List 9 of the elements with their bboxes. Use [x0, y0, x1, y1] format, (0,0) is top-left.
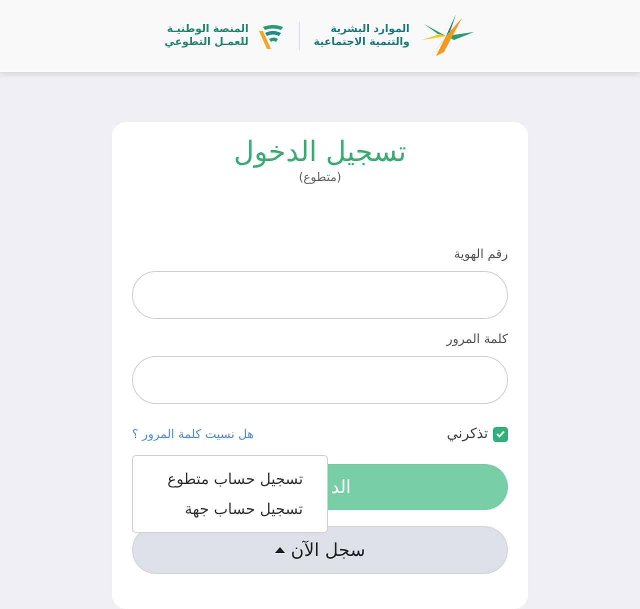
field-label: رقم الهوية: [454, 246, 508, 261]
page-title: تسجيل الدخول: [232, 134, 408, 170]
field-label: كلمة المرور: [446, 331, 508, 346]
logo-text: والتنمية الاجتماعية: [314, 36, 410, 49]
logo-text: الموارد البشرية: [329, 23, 410, 36]
logo-text: للعمـل التطوعي: [164, 36, 249, 49]
logo-text: المنصة الوطنيـة: [166, 23, 249, 36]
page-subtitle: (متطوع): [298, 170, 342, 184]
remember-label: تذكرني: [446, 426, 488, 442]
